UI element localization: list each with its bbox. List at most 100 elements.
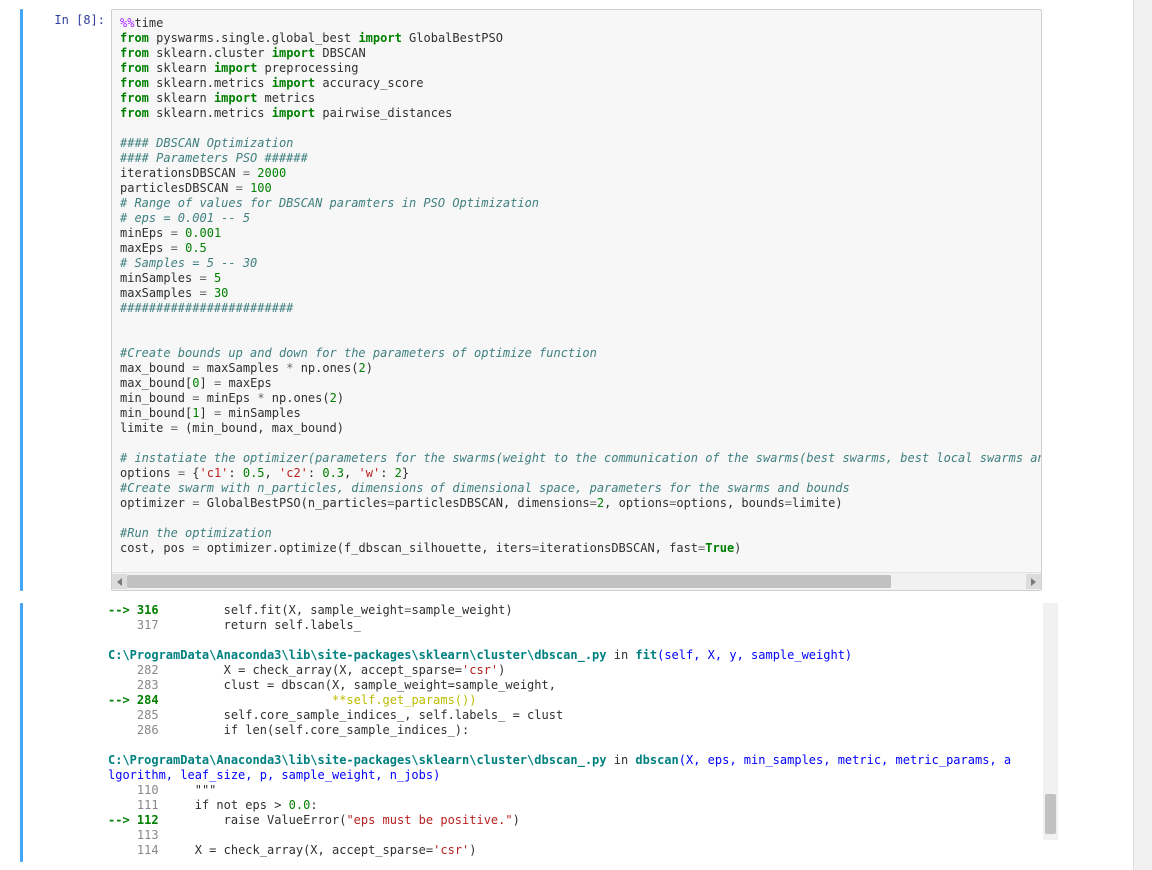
notebook-page: In [8]: %%time from pyswarms.single.glob… xyxy=(0,0,1152,870)
module-skmetrics: sklearn.metrics xyxy=(156,106,264,120)
hscrollbar[interactable] xyxy=(112,572,1041,590)
tb-line: ) xyxy=(469,843,476,857)
var-particles: particlesDBSCAN xyxy=(120,181,228,195)
fn-accuracy-score: accuracy_score xyxy=(322,76,423,90)
val-c1: 0.5 xyxy=(243,466,265,480)
comment: # Samples = 5 -- 30 xyxy=(120,256,257,270)
tb-func: fit xyxy=(635,648,657,662)
tb-in: in xyxy=(607,753,636,767)
fn-globalbestpso: GlobalBestPSO(n_particles xyxy=(207,496,388,510)
tb-path: C:\ProgramData\Anaconda3\lib\site-packag… xyxy=(108,648,607,662)
hscroll-thumb[interactable] xyxy=(127,575,891,588)
var-mineps: minEps xyxy=(120,226,163,240)
kw-from: from xyxy=(120,61,149,75)
bracket: ] xyxy=(200,376,207,390)
val-2: 2 xyxy=(330,391,337,405)
var-minbound: min_bound xyxy=(120,391,185,405)
kw-import: import xyxy=(214,91,257,105)
output-vscroll-thumb[interactable] xyxy=(1045,794,1056,834)
kw-nparticles: particlesDBSCAN, dimensions xyxy=(395,496,590,510)
tb-line: if len(self.core_sample_indices_): xyxy=(159,723,470,737)
comment: #Create bounds up and down for the param… xyxy=(120,346,597,360)
hscroll-track[interactable] xyxy=(127,573,1026,590)
val-c2: 0.3 xyxy=(322,466,344,480)
fn-npones: np.ones( xyxy=(301,361,359,375)
hscroll-left-button[interactable] xyxy=(112,574,127,589)
val-2: 2 xyxy=(358,361,365,375)
var-maxbound: max_bound xyxy=(120,376,185,390)
tb-arrow: --> xyxy=(108,693,137,707)
tb-lineno: 316 xyxy=(137,603,159,617)
kw-options: options, bounds xyxy=(676,496,784,510)
tb-line: sample_weight) xyxy=(411,603,512,617)
tb-str: 'csr' xyxy=(462,663,498,677)
tb-line: if not eps > xyxy=(159,798,289,812)
comment: # Range of values for DBSCAN paramters i… xyxy=(120,196,539,210)
paren-close: ) xyxy=(337,391,344,405)
val-2000: 2000 xyxy=(257,166,286,180)
tb-lineno: 283 xyxy=(137,678,159,692)
var-maxsamples: maxSamples xyxy=(120,286,192,300)
val-1: 1 xyxy=(192,406,199,420)
tb-num: 0.0 xyxy=(289,798,311,812)
kw-iters: iterationsDBSCAN, fast xyxy=(539,541,698,555)
val-w: 2 xyxy=(395,466,402,480)
tb-lineno: 285 xyxy=(137,708,159,722)
page-vscrollbar[interactable] xyxy=(1133,0,1152,870)
var-maxbound: max_bound xyxy=(120,361,185,375)
tb-arrow: --> xyxy=(108,603,137,617)
var-optimizer: optimizer xyxy=(120,496,185,510)
tb-arrow: --> xyxy=(108,813,137,827)
str-c1: 'c1' xyxy=(200,466,229,480)
code-input-area[interactable]: %%time from pyswarms.single.global_best … xyxy=(111,9,1042,591)
tb-str: 'csr' xyxy=(433,843,469,857)
var-options: options xyxy=(120,466,171,480)
tb-line: clust = dbscan(X, sample_weight=sample_w… xyxy=(159,678,556,692)
module-sklearn: sklearn xyxy=(156,61,207,75)
tb-sig: (self, X, y, sample_weight) xyxy=(657,648,852,662)
cell-selection-indicator xyxy=(20,9,23,591)
comment: # instatiate the optimizer(parameters fo… xyxy=(120,451,1041,465)
kw-import: import xyxy=(272,46,315,60)
paren-close: ) xyxy=(366,361,373,375)
notebook-scroll-region[interactable]: In [8]: %%time from pyswarms.single.glob… xyxy=(0,0,1152,870)
module-skcluster: sklearn.cluster xyxy=(156,46,264,60)
tb-in: in xyxy=(607,648,636,662)
tb-line: : xyxy=(310,798,317,812)
tb-line: ) xyxy=(513,813,520,827)
class-dbscan: DBSCAN xyxy=(322,46,365,60)
cell-output-traceback[interactable]: --> 316 self.fit(X, sample_weight=sample… xyxy=(108,603,1042,870)
var-minsamples: minSamples xyxy=(120,271,192,285)
tb-lineno: 284 xyxy=(137,693,159,707)
kw-from: from xyxy=(120,106,149,120)
kw-from: from xyxy=(120,91,149,105)
tb-lineno: 110 xyxy=(137,783,159,797)
tb-lineno: 114 xyxy=(137,843,159,857)
tb-line: ) xyxy=(498,663,505,677)
fn-pairwise: pairwise_distances xyxy=(322,106,452,120)
output-vscrollbar[interactable] xyxy=(1043,603,1058,840)
var-minbound: min_bound xyxy=(120,406,185,420)
val-5: 5 xyxy=(214,271,221,285)
tb-line: raise ValueError( xyxy=(159,813,347,827)
var-maxeps: maxEps xyxy=(120,241,163,255)
code-editor[interactable]: %%time from pyswarms.single.global_best … xyxy=(112,10,1041,590)
cell-magic: %% xyxy=(120,16,134,30)
tb-path: C:\ProgramData\Anaconda3\lib\site-packag… xyxy=(108,753,607,767)
tb-lineno: 317 xyxy=(137,618,159,632)
tuple-bounds: (min_bound, max_bound) xyxy=(185,421,344,435)
var-limite: limite xyxy=(120,421,163,435)
kw-from: from xyxy=(120,76,149,90)
tb-lineno: 113 xyxy=(137,828,159,842)
tb-lineno: 112 xyxy=(137,813,159,827)
module-skmetrics: sklearn.metrics xyxy=(156,76,264,90)
fn-optimize: optimizer.optimize(f_dbscan_silhouette, … xyxy=(207,541,532,555)
tb-func: dbscan xyxy=(635,753,678,767)
tb-line: return self.labels_ xyxy=(159,618,361,632)
hscroll-right-button[interactable] xyxy=(1026,574,1041,589)
tb-line: X = check_array(X, accept_sparse= xyxy=(159,843,434,857)
kw-import: import xyxy=(358,31,401,45)
val-100: 100 xyxy=(250,181,272,195)
tb-line: X = check_array(X, accept_sparse= xyxy=(159,663,462,677)
kw-import: import xyxy=(272,76,315,90)
